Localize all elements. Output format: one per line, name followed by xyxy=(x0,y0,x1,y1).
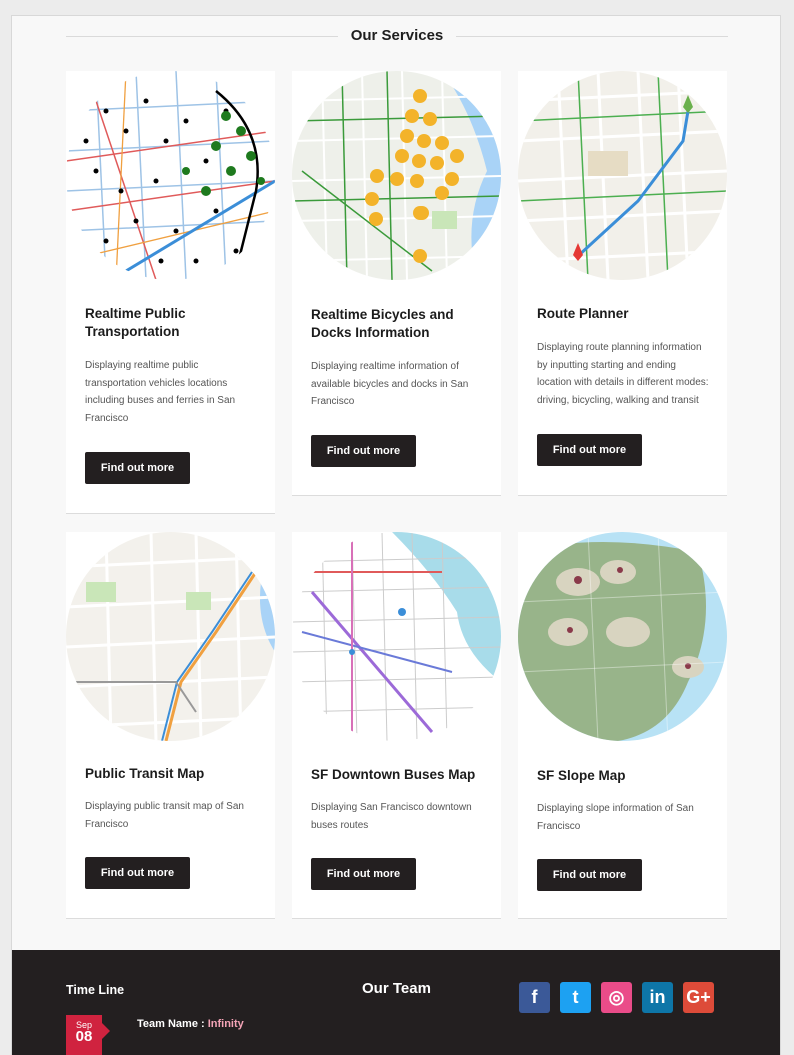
card-title: Realtime Public Transportation xyxy=(85,306,186,339)
service-card-realtime-transport: Realtime Public Transportation Displayin… xyxy=(66,71,275,514)
card-description: Displaying public transit map of San Fra… xyxy=(85,801,244,830)
footer: Time Line Our Team Sep 08 Team Name : In… xyxy=(12,950,780,1055)
find-out-more-button[interactable]: Find out more xyxy=(85,857,190,889)
card-title: Public Transit Map xyxy=(85,766,205,781)
downtown-buses-map-image xyxy=(292,532,501,741)
service-card-route-planner: Route Planner Displaying route planning … xyxy=(518,71,727,496)
team-name-label: Team Name : xyxy=(137,1018,208,1030)
card-title: SF Slope Map xyxy=(537,768,626,783)
card-title: SF Downtown Buses Map xyxy=(311,767,476,782)
service-card-slope-map: SF Slope Map Displaying slope informatio… xyxy=(518,532,727,919)
team-name-line: Team Name : Infinity xyxy=(137,1018,244,1030)
date-badge: Sep 08 xyxy=(66,1015,110,1055)
card-title: Route Planner xyxy=(537,306,629,321)
header-rule-right xyxy=(456,36,728,37)
find-out-more-button[interactable]: Find out more xyxy=(311,858,416,890)
service-card-bicycles-docks: Realtime Bicycles and Docks Information … xyxy=(292,71,501,496)
services-header: Our Services xyxy=(66,26,728,46)
card-description: Displaying realtime public transportatio… xyxy=(85,360,236,424)
card-description: Displaying route planning information by… xyxy=(537,342,709,406)
find-out-more-button[interactable]: Find out more xyxy=(85,452,190,484)
slope-map-image xyxy=(518,532,727,741)
bike-docks-map-image xyxy=(292,71,501,280)
timeline-title: Time Line xyxy=(66,983,125,997)
route-planner-map-image xyxy=(518,71,727,280)
card-title: Realtime Bicycles and Docks Information xyxy=(311,307,454,340)
google-plus-icon[interactable]: G+ xyxy=(683,982,714,1013)
service-card-public-transit-map: Public Transit Map Displaying public tra… xyxy=(66,532,275,919)
transit-vehicles-map-image xyxy=(66,71,275,280)
find-out-more-button[interactable]: Find out more xyxy=(537,859,642,891)
page-frame: Our Services Realtime Public Transportat… xyxy=(11,15,781,1055)
twitter-icon[interactable]: t xyxy=(560,982,591,1013)
card-description: Displaying realtime information of avail… xyxy=(311,361,469,407)
dribbble-icon[interactable]: ◎ xyxy=(601,982,632,1013)
facebook-icon[interactable]: f xyxy=(519,982,550,1013)
find-out-more-button[interactable]: Find out more xyxy=(311,435,416,467)
service-card-downtown-buses: SF Downtown Buses Map Displaying San Fra… xyxy=(292,532,501,919)
team-name-value: Infinity xyxy=(207,1018,244,1030)
find-out-more-button[interactable]: Find out more xyxy=(537,434,642,466)
card-description: Displaying slope information of San Fran… xyxy=(537,803,694,832)
public-transit-map-image xyxy=(66,532,275,741)
card-description: Displaying San Francisco downtown buses … xyxy=(311,802,472,831)
linkedin-icon[interactable]: in xyxy=(642,982,673,1013)
team-title: Our Team xyxy=(362,980,431,997)
date-day: 08 xyxy=(75,1028,93,1045)
